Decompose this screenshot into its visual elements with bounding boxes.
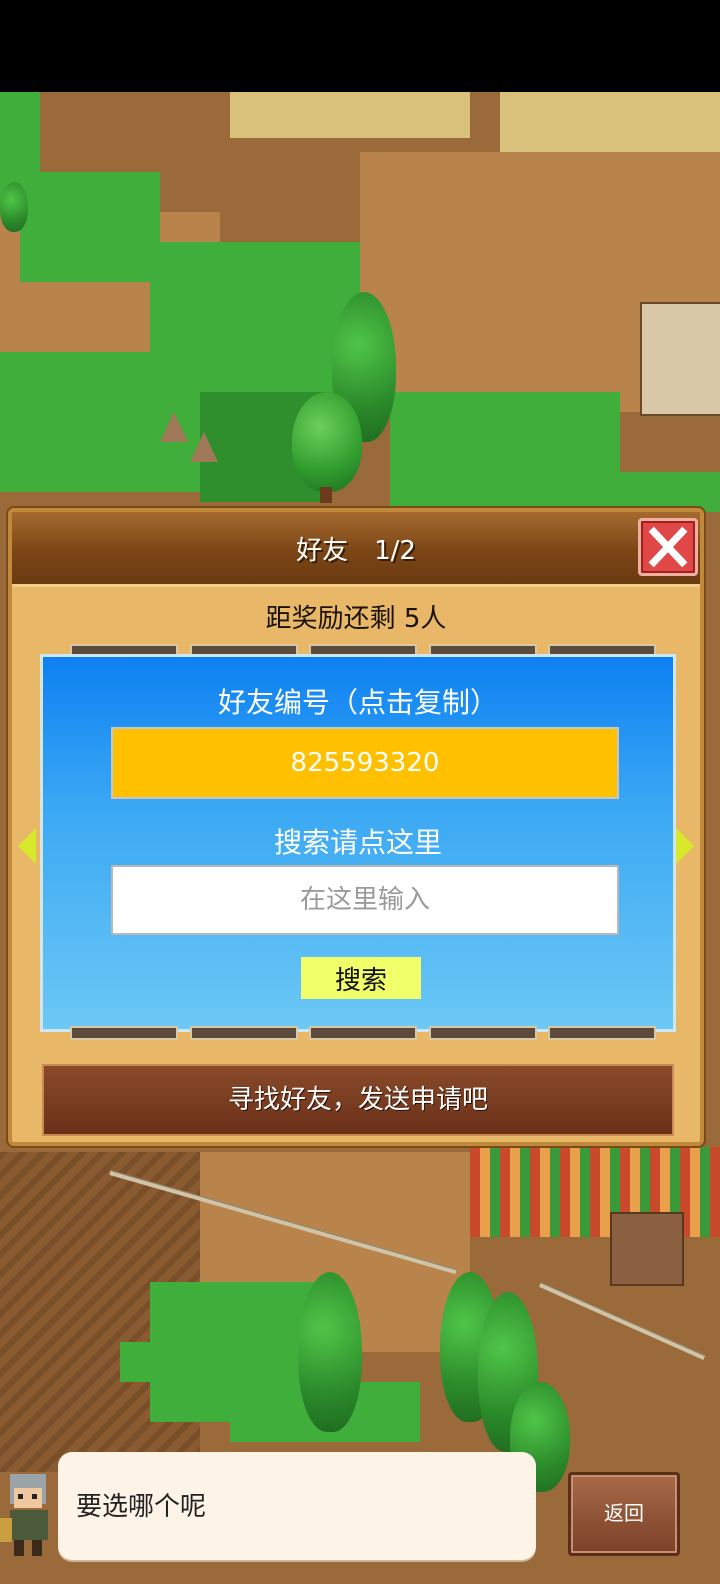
friend-search-input[interactable] (111, 865, 619, 935)
friend-slot-strip (70, 1026, 656, 1040)
find-friends-banner: 寻找好友，发送申请吧 (42, 1064, 674, 1136)
sand-patch (230, 92, 470, 138)
search-hint: 搜索请点这里 (273, 826, 442, 859)
friend-id-copy-field[interactable]: 825593320 (111, 727, 619, 799)
grass-patch (540, 472, 720, 512)
npc-avatar (0, 1474, 48, 1556)
friend-search-panel: 好友编号（点击复制） 825593320 搜索请点这里 搜索 (40, 654, 676, 1032)
friend-slot[interactable] (189, 1026, 298, 1040)
reward-remaining-text: 距奖励还剩 5人 (265, 604, 447, 634)
close-button[interactable] (638, 518, 698, 576)
arrow-right-icon[interactable] (676, 828, 694, 864)
arrow-left-icon[interactable] (18, 828, 36, 864)
close-x-icon (648, 526, 688, 568)
dialog-header: 好友 1/2 (12, 512, 700, 587)
friend-dialog: 好友 1/2 距奖励还剩 5人 好友编号（点击复制） 825593320 搜索请… (8, 508, 704, 1146)
tree (298, 1272, 362, 1432)
tree-trunk (320, 487, 332, 503)
speech-bubble: 要选哪个呢 (58, 1452, 536, 1560)
grass-patch (20, 172, 160, 282)
friend-slot[interactable] (548, 1026, 656, 1040)
friend-slot[interactable] (309, 1026, 417, 1040)
back-button[interactable]: 返回 (568, 1472, 680, 1556)
search-button[interactable]: 搜索 (301, 957, 421, 999)
speech-text: 要选哪个呢 (76, 1492, 207, 1522)
friend-id-label: 好友编号（点击复制） (217, 686, 498, 719)
fence (538, 1282, 706, 1360)
friend-slot[interactable] (70, 1026, 178, 1040)
rock (190, 432, 218, 462)
gate (610, 1212, 684, 1286)
friend-slot[interactable] (428, 1026, 537, 1040)
dialog-title: 好友 1/2 (296, 536, 416, 566)
rock (160, 412, 188, 442)
grass-patch (120, 1342, 180, 1382)
status-bar (0, 0, 720, 92)
hut (640, 302, 720, 416)
tree (0, 182, 28, 232)
orange-tree (292, 392, 362, 492)
